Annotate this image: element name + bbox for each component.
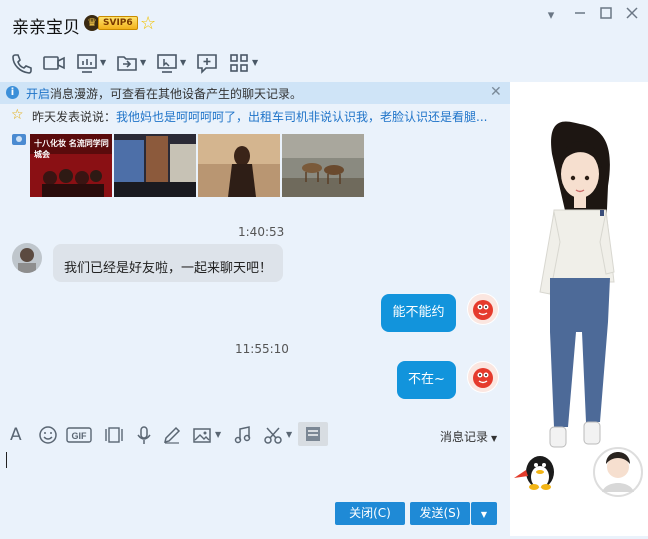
apps-caret-icon[interactable]: ▼ [252,58,258,67]
emoji-icon[interactable] [38,425,58,445]
text-cursor[interactable] [6,452,7,468]
send-options-button[interactable]: ▼ [471,502,497,525]
outgoing-message-text: 能不能约 [392,305,445,320]
close-window-icon[interactable] [622,6,642,26]
font-icon[interactable]: A [10,425,30,445]
message-timestamp: 1:40:53 [238,225,285,239]
gif-icon[interactable]: GIF [66,425,92,445]
microphone-icon[interactable] [134,425,154,445]
vip-level-label: SVIP6 [98,16,138,30]
mood-status: 昨天发表说说：我他妈也是呵呵呵呵了，出租车司机非说认识我，老脸认识还是看腿... [32,108,487,125]
pen-icon[interactable] [162,425,182,445]
svg-text:GIF: GIF [72,431,88,441]
incoming-message-text: 我们已经是好友啦，一起来聊天吧！ [64,261,273,276]
remote-assist-caret-icon[interactable]: ▼ [180,58,186,67]
scissors-icon[interactable] [263,425,283,445]
music-icon[interactable] [233,425,253,445]
notice-text: 消息漫游，可查看在其他设备产生的聊天记录。 [50,87,303,101]
avatar-show-panel [510,82,648,536]
notice-message: 开启消息漫游，可查看在其他设备产生的聊天记录。 [26,85,302,102]
my-avatar[interactable] [467,361,499,393]
my-avatar[interactable] [467,293,499,325]
video-clip-icon[interactable] [104,425,124,445]
send-file-caret-icon[interactable]: ▼ [140,58,146,67]
outgoing-message-text: 不在~ [408,372,445,387]
friend-avatar[interactable] [12,243,42,273]
photo-thumbnail[interactable] [114,134,196,197]
mood-label: 昨天发表说说： [32,110,117,124]
photo-thumbnail[interactable] [282,134,364,197]
enable-roaming-link[interactable]: 开启 [26,87,50,101]
close-notice-icon[interactable]: ✕ [490,84,502,100]
star-icon[interactable]: ☆ [140,13,156,34]
camera-icon [12,134,26,145]
screen-share-caret-icon[interactable]: ▼ [100,58,106,67]
message-timestamp: 11:55:10 [235,342,289,356]
video-call-icon[interactable] [42,52,65,74]
chevron-down-icon: ▼ [491,434,498,443]
mood-star-icon: ☆ [11,107,24,123]
dropdown-menu-icon[interactable]: ▾ [541,6,561,26]
close-button[interactable]: 关闭(C) [335,502,405,525]
more-tools-button[interactable] [298,422,328,446]
mood-link[interactable]: 我他妈也是呵呵呵呵了，出租车司机非说认识我，老脸认识还是看腿... [116,110,487,124]
send-button[interactable]: 发送(S) [410,502,470,525]
scissors-caret-icon[interactable]: ▼ [286,430,292,439]
photo-thumbnail[interactable] [198,134,280,197]
new-message-icon[interactable] [196,52,218,74]
image-caret-icon[interactable]: ▼ [215,430,221,439]
outgoing-message-bubble: 不在~ [397,361,456,399]
message-history-label: 消息记录 [440,430,489,444]
message-history-button[interactable]: 消息记录 ▼ [440,428,497,445]
remote-assist-icon[interactable] [156,52,178,74]
phone-icon[interactable] [10,52,32,74]
apps-grid-icon[interactable] [228,52,250,74]
outgoing-message-bubble: 能不能约 [381,294,456,332]
send-file-icon[interactable] [116,52,138,74]
info-icon: i [6,86,19,99]
minimize-icon[interactable] [570,6,590,26]
photo-thumbnail[interactable]: 十八化妆 名流同学同城会 [30,134,112,197]
image-icon[interactable] [192,425,212,445]
window-title: 亲亲宝贝 [12,18,80,38]
vip-badge: ♛ SVIP6 [84,14,138,32]
character-illustration [510,82,648,536]
chevron-down-icon: ▼ [480,510,488,519]
photo-caption: 十八化妆 名流同学同城会 [34,139,109,159]
screen-share-icon[interactable] [76,52,98,74]
maximize-icon[interactable] [596,6,616,26]
